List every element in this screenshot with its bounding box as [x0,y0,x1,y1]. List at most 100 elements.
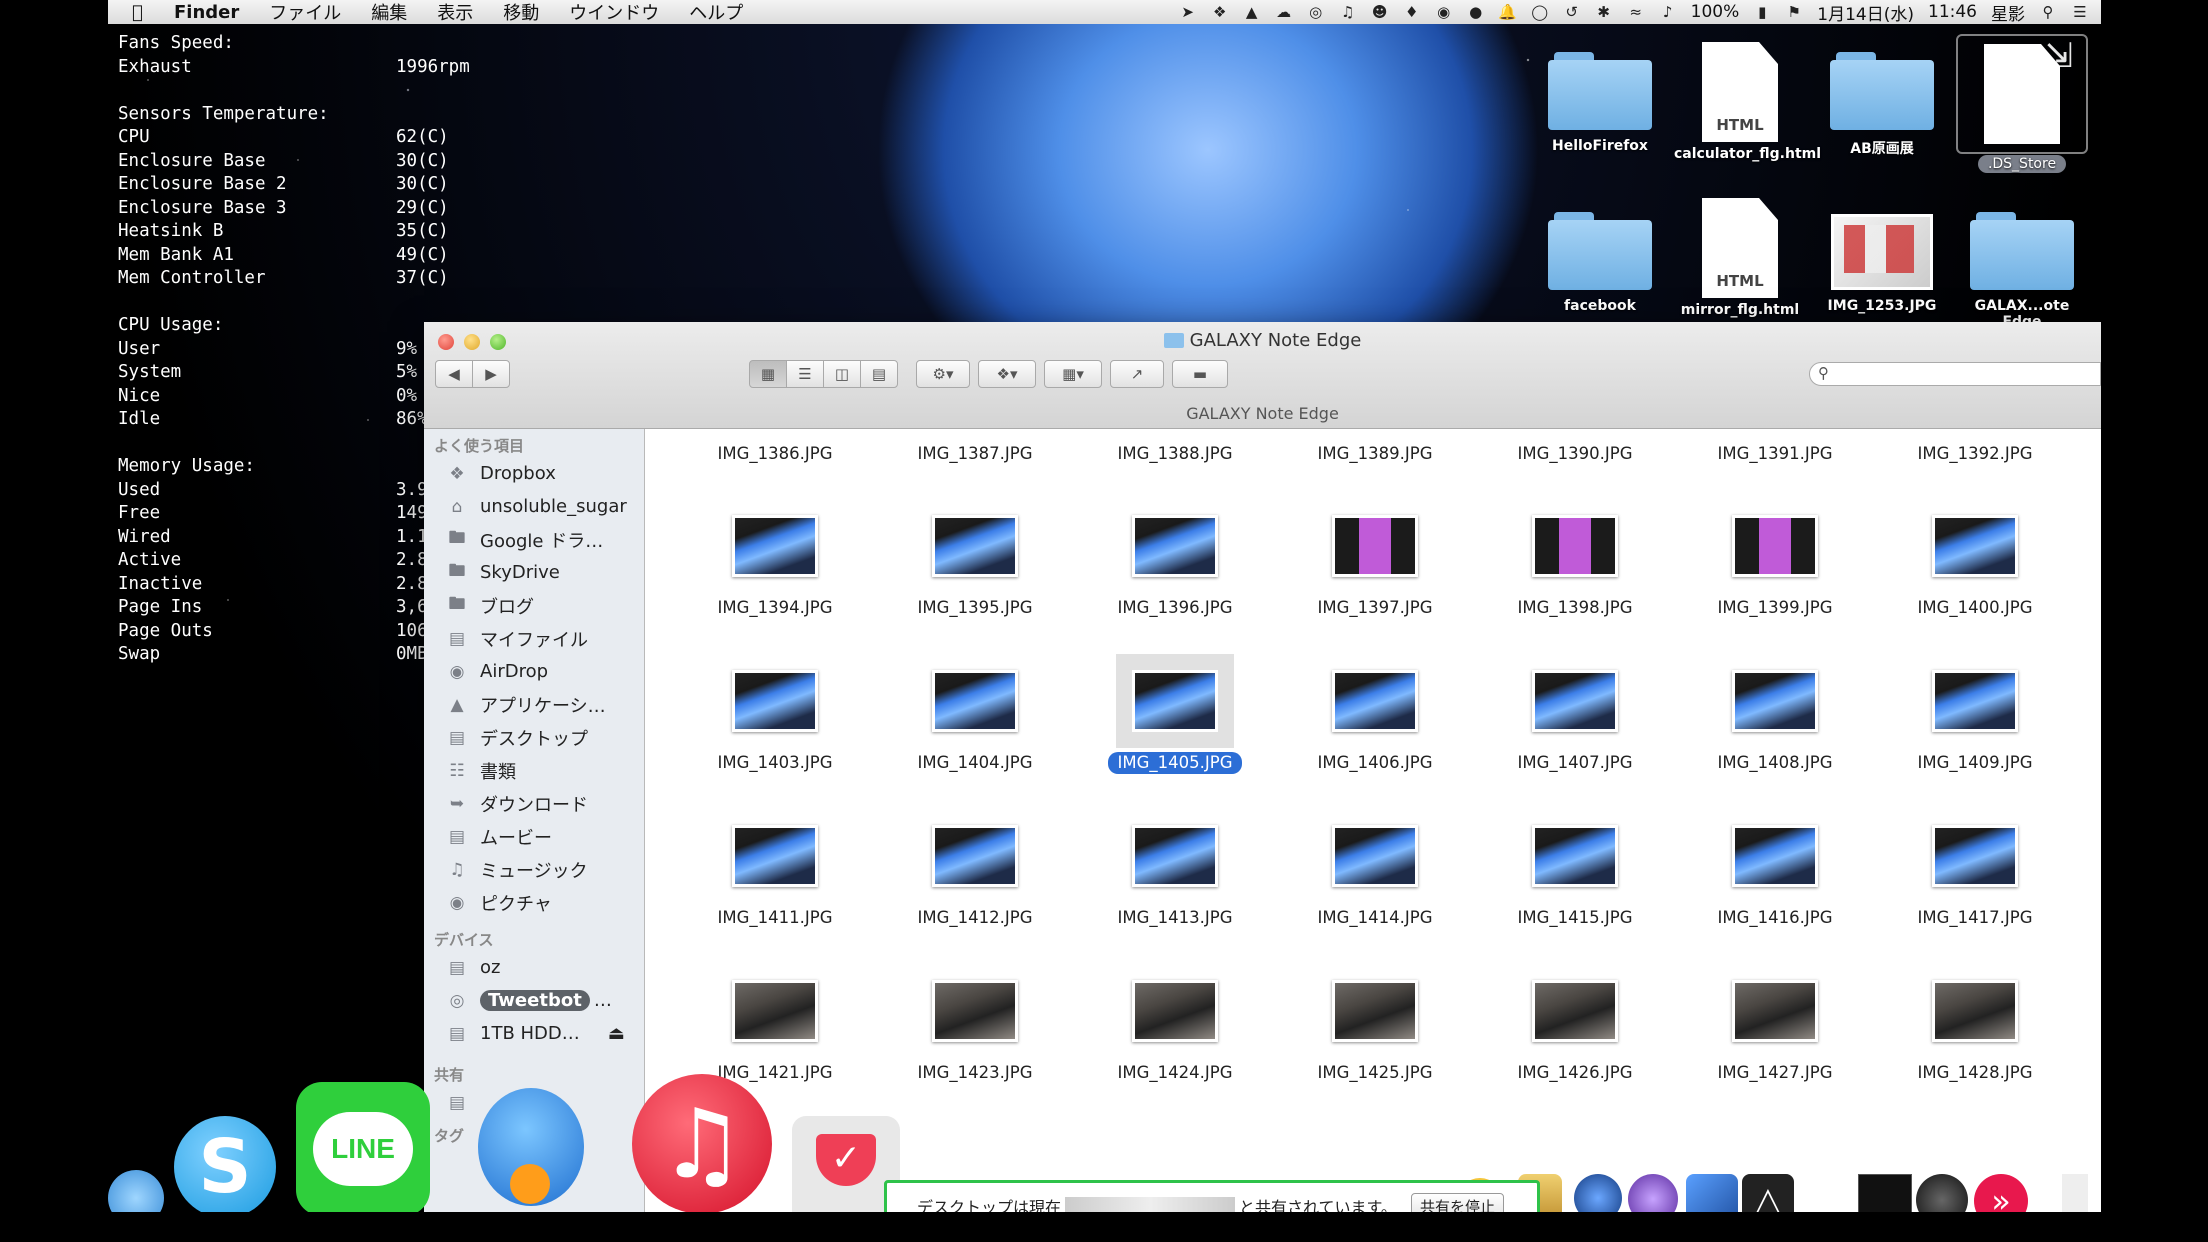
file-item[interactable]: IMG_1426.JPG [1475,980,1675,1084]
file-item[interactable]: IMG_1386.JPG [675,443,875,465]
dropbox-menu-button[interactable]: ❖▾ [978,360,1036,388]
time-machine-icon[interactable]: ↺ [1563,3,1581,21]
battery-percent[interactable]: 100% [1691,2,1740,22]
menu-view[interactable]: 表示 [437,0,473,25]
tags-button[interactable]: ▬ [1172,360,1228,388]
forward-button[interactable]: ▶ [472,360,510,388]
file-item[interactable]: IMG_1394.JPG [675,515,875,619]
leaf-status-icon[interactable]: ● [1467,3,1485,21]
notification-center-icon[interactable]: ☰ [2071,3,2089,21]
sidebar-item-tweetbot[interactable]: ◎ Tweetbot… [424,984,644,1017]
coverflow-view-button[interactable]: ▤ [860,360,898,388]
volume-icon[interactable]: ♪ [1659,3,1677,21]
file-item[interactable]: IMG_1399.JPG [1675,515,1875,619]
spotlight-search-icon[interactable]: ⚲ [2039,3,2057,21]
line-icon[interactable]: LINE [296,1082,430,1216]
sidebar-item-home[interactable]: ⌂ unsoluble_sugar [424,490,644,523]
file-item[interactable]: IMG_1425.JPG [1275,980,1475,1084]
sidebar-item-applications[interactable]: ▲ アプリケーシ… [424,688,644,721]
sidebar-item-documents[interactable]: ☷ 書類 [424,754,644,787]
line-status-icon[interactable]: ◉ [1435,3,1453,21]
search-field[interactable]: ⚲ [1809,362,2101,386]
menu-help[interactable]: ヘルプ [689,0,743,25]
face-status-icon[interactable]: ☻ [1371,3,1389,21]
sidebar-item-pictures[interactable]: ◉ ピクチャ [424,886,644,919]
file-item[interactable]: IMG_1391.JPG [1675,443,1875,465]
sidebar-item-downloads[interactable]: ➥ ダウンロード [424,787,644,820]
sidebar-item-dropbox[interactable]: ❖ Dropbox [424,457,644,490]
file-item[interactable]: IMG_1417.JPG [1875,825,2075,929]
file-item[interactable]: IMG_1408.JPG [1675,670,1875,774]
file-item[interactable]: IMG_1411.JPG [675,825,875,929]
file-item[interactable]: IMG_1397.JPG [1275,515,1475,619]
file-item[interactable]: IMG_1414.JPG [1275,825,1475,929]
desktop-icon-img-1253[interactable]: IMG_1253.JPG [1816,214,1948,330]
sidebar-item-movies[interactable]: ▤ ムービー [424,820,644,853]
menu-go[interactable]: 移動 [503,0,539,25]
menu-window[interactable]: ウインドウ [569,0,659,25]
chat-status-icon[interactable]: ◯ [1531,3,1549,21]
file-item[interactable]: IMG_1392.JPG [1875,443,2075,465]
window-titlebar[interactable]: GALAXY Note Edge ◀ ▶ ▦ ☰ ◫ ▤ ⚙▾ ❖▾ ▦▾ ↗ … [424,322,2101,429]
eject-icon[interactable]: ⏏ [608,1023,625,1044]
menubar-date[interactable]: 1月14日(水) [1817,0,1914,25]
file-item[interactable]: IMG_1390.JPG [1475,443,1675,465]
input-flag-icon[interactable]: ⚑ [1785,3,1803,21]
drive-status-icon[interactable]: ▲ [1243,3,1261,21]
file-item[interactable]: IMG_1398.JPG [1475,515,1675,619]
menubar-time[interactable]: 11:46 [1928,2,1977,22]
file-item[interactable]: IMG_1406.JPG [1275,670,1475,774]
wifi-icon[interactable]: ≈ [1627,3,1645,21]
notification-bell-icon[interactable]: 🔔 [1498,3,1517,21]
sidebar-item-airdrop[interactable]: ◉ AirDrop [424,655,644,688]
desktop-icon-galaxy-folder[interactable]: GALAX...ote Edge [1956,208,2088,330]
tweetbot-icon[interactable] [472,1068,590,1214]
desktop-icon-calculator-html[interactable]: HTML calculator_flg.html [1674,42,1821,162]
itunes-icon[interactable]: ♫ [632,1074,772,1214]
sidebar-item-desktop[interactable]: ▤ デスクトップ [424,721,644,754]
status-arrow-icon[interactable]: ➤ [1179,3,1197,21]
sidebar-item-music[interactable]: ♫ ミュージック [424,853,644,886]
skype-icon[interactable]: S [174,1116,276,1218]
menubar-user[interactable]: 星影 [1991,0,2025,25]
apple-menu-icon[interactable]:  [132,2,154,23]
file-item[interactable]: IMG_1413.JPG [1075,825,1275,929]
sidebar-item-my-files[interactable]: ▤ マイファイル [424,622,644,655]
arrange-button[interactable]: ▦▾ [1044,360,1102,388]
sidebar-item-skydrive[interactable]: 🖿 SkyDrive [424,556,644,589]
file-item[interactable]: IMG_1389.JPG [1275,443,1475,465]
dropbox-status-icon[interactable]: ❖ [1211,3,1229,21]
file-item[interactable]: IMG_1387.JPG [875,443,1075,465]
file-item[interactable]: IMG_1388.JPG [1075,443,1275,465]
share-button[interactable]: ↗ [1110,360,1164,388]
list-view-button[interactable]: ☰ [786,360,824,388]
icon-view-button[interactable]: ▦ [749,360,787,388]
file-item[interactable]: IMG_1427.JPG [1675,980,1875,1084]
desktop-icon-ds-store[interactable]: .DS_Store [1956,34,2088,176]
file-item[interactable]: IMG_1404.JPG [875,670,1075,774]
menu-edit[interactable]: 編集 [371,0,407,25]
desktop-icon-hellofirefox[interactable]: HelloFirefox [1534,48,1666,154]
file-item[interactable]: IMG_1403.JPG [675,670,875,774]
file-item[interactable]: IMG_1421.JPG [675,980,875,1084]
file-item[interactable]: IMG_1407.JPG [1475,670,1675,774]
bluetooth-icon[interactable]: ✱ [1595,3,1613,21]
sidebar-item-google-drive[interactable]: 🖿 Google ドラ… [424,523,644,556]
file-item[interactable]: IMG_1423.JPG [875,980,1075,1084]
action-gear-button[interactable]: ⚙▾ [916,360,970,388]
file-item[interactable]: IMG_1416.JPG [1675,825,1875,929]
file-item[interactable]: IMG_1405.JPG [1075,654,1275,774]
sidebar-item-blog[interactable]: 🖿 ブログ [424,589,644,622]
desktop-icon-mirror-html[interactable]: HTML mirror_flg.html [1674,198,1806,330]
file-item[interactable]: IMG_1428.JPG [1875,980,2075,1084]
menu-file[interactable]: ファイル [269,0,341,25]
evernote-status-icon[interactable]: ♦ [1403,3,1421,21]
file-item[interactable]: IMG_1424.JPG [1075,980,1275,1084]
sync-status-icon[interactable]: ◎ [1307,3,1325,21]
file-item[interactable]: IMG_1395.JPG [875,515,1075,619]
file-item[interactable]: IMG_1415.JPG [1475,825,1675,929]
back-button[interactable]: ◀ [435,360,473,388]
menu-app-finder[interactable]: Finder [174,2,239,23]
column-view-button[interactable]: ◫ [823,360,861,388]
desktop-icon-facebook[interactable]: facebook [1534,208,1666,330]
